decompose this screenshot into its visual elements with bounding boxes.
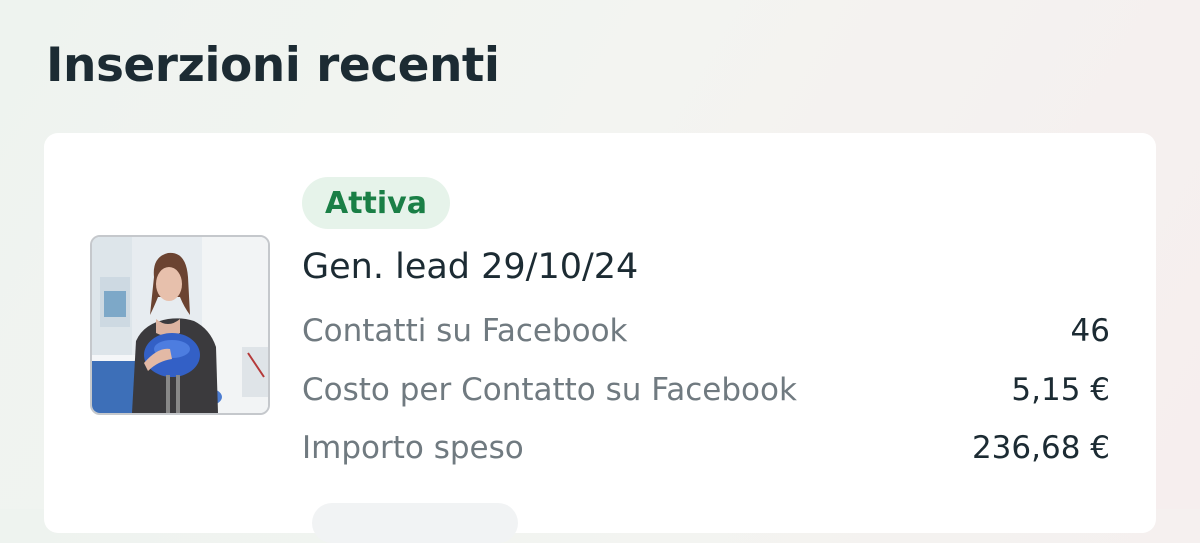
ad-name[interactable]: Gen. lead 29/10/24	[302, 247, 638, 287]
metric-row-cost-per-contact: Costo per Contatto su Facebook 5,15 €	[302, 368, 1110, 412]
next-item-badge-partial	[312, 503, 518, 543]
metric-value: 5,15 €	[1011, 372, 1110, 408]
recent-ad-card[interactable]: Attiva Gen. lead 29/10/24 Contatti su Fa…	[44, 133, 1156, 543]
metric-row-amount-spent: Importo speso 236,68 €	[302, 426, 1110, 470]
status-badge: Attiva	[302, 177, 450, 229]
status-badge-label: Attiva	[325, 185, 427, 221]
metric-label: Costo per Contatto su Facebook	[302, 372, 797, 408]
page-title: Inserzioni recenti	[46, 38, 500, 93]
metric-label: Contatti su Facebook	[302, 313, 628, 349]
ad-thumbnail[interactable]	[90, 235, 270, 415]
metric-label: Importo speso	[302, 430, 524, 466]
metric-row-contacts: Contatti su Facebook 46	[302, 309, 1110, 353]
metric-value: 236,68 €	[971, 430, 1110, 466]
metric-value: 46	[1070, 313, 1110, 349]
